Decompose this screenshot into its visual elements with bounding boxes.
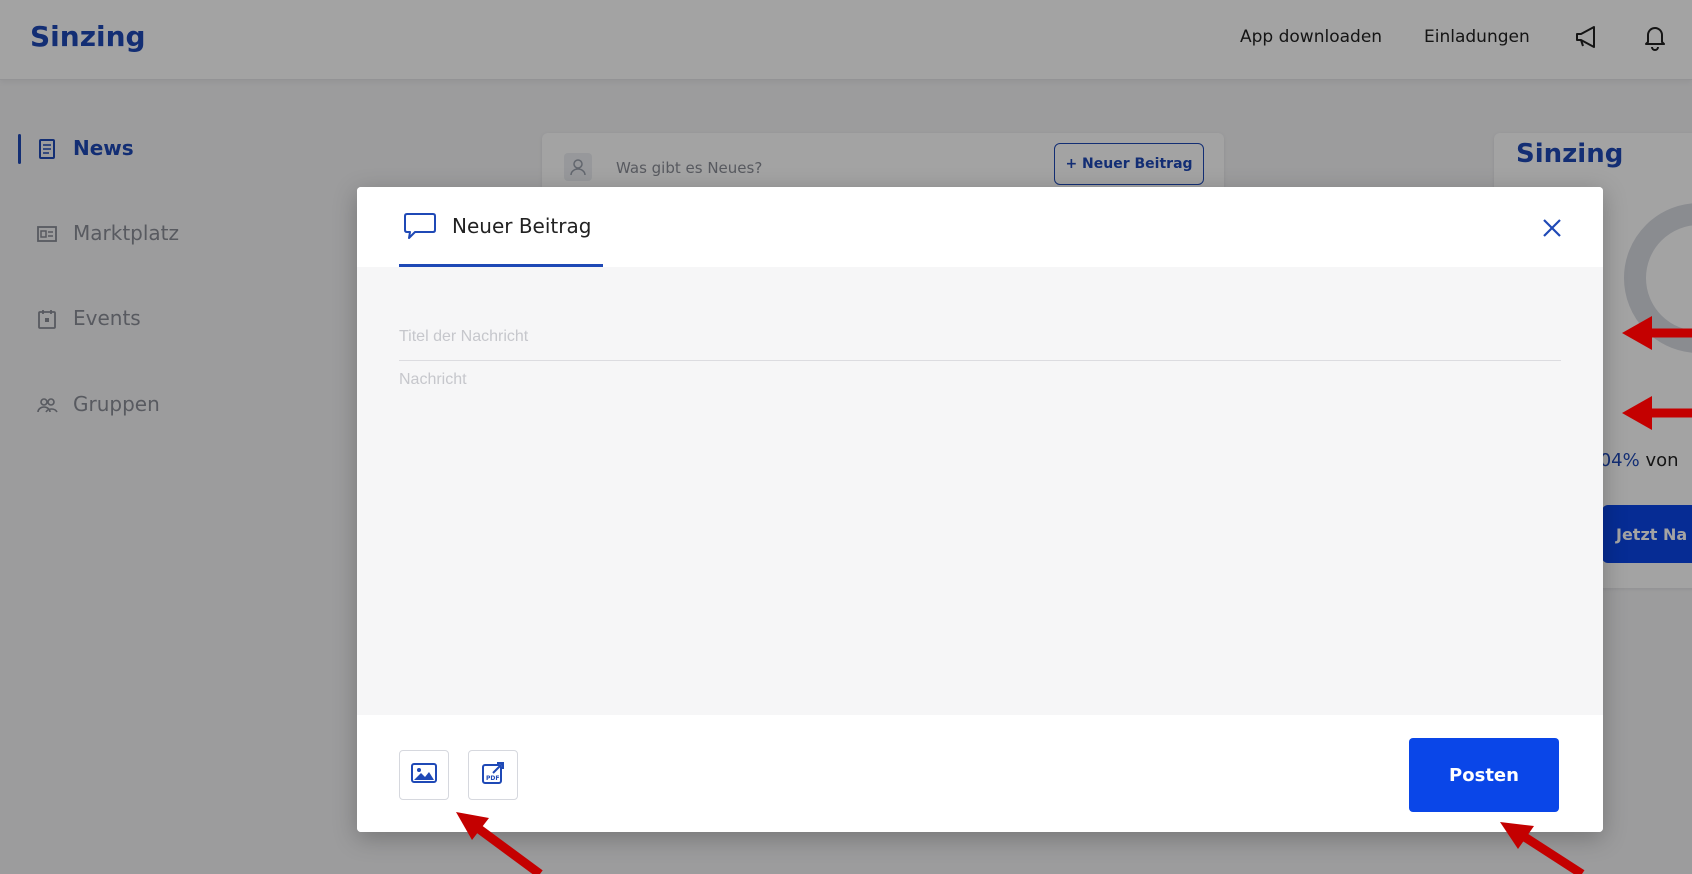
attach-pdf-button[interactable]: PDF xyxy=(468,750,518,800)
message-body-input[interactable] xyxy=(399,371,1561,691)
modal-body xyxy=(357,267,1603,715)
close-icon[interactable] xyxy=(1537,213,1567,243)
attach-image-button[interactable] xyxy=(399,750,449,800)
pdf-icon: PDF xyxy=(479,759,507,791)
modal-footer: PDF Posten xyxy=(357,715,1603,832)
tab-label: Neuer Beitrag xyxy=(452,214,592,238)
image-icon xyxy=(410,761,438,789)
svg-text:PDF: PDF xyxy=(486,775,499,782)
post-button[interactable]: Posten xyxy=(1409,738,1559,812)
modal-header: Neuer Beitrag xyxy=(357,187,1603,267)
new-post-modal: Neuer Beitrag PDF Posten xyxy=(357,187,1603,832)
tab-new-post[interactable]: Neuer Beitrag xyxy=(399,187,603,267)
chat-bubble-icon xyxy=(403,211,437,241)
message-title-input[interactable] xyxy=(399,313,1561,361)
